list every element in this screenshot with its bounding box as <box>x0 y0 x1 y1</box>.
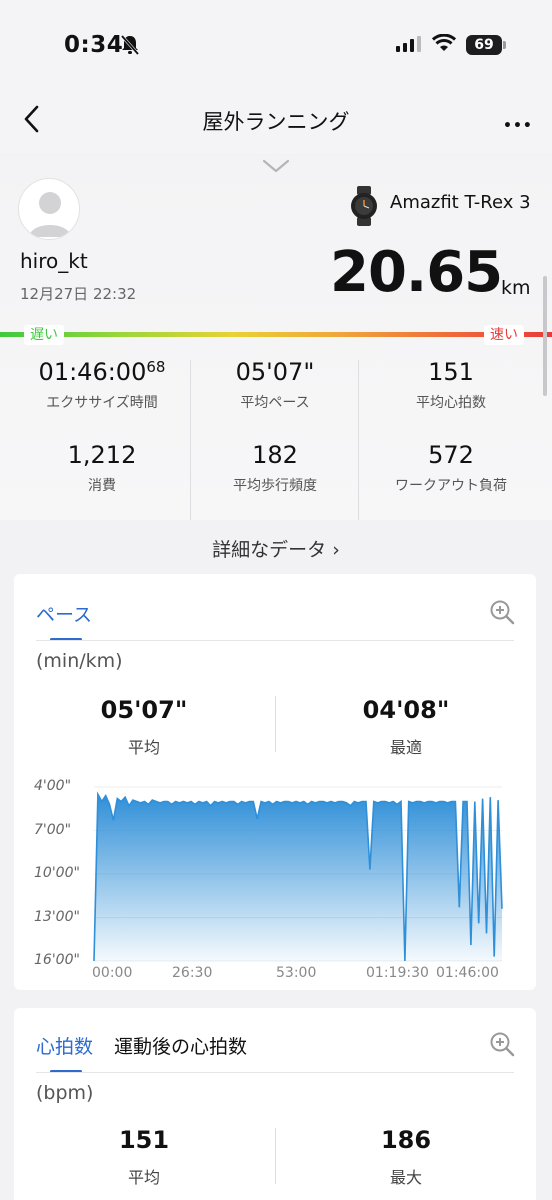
pace-chart[interactable] <box>14 574 536 990</box>
pace-card: ペース (min/km) 05'07" 平均 04'08" 最適 4'00" 7'… <box>14 574 536 990</box>
pace-area <box>94 794 502 961</box>
divider <box>275 1128 276 1184</box>
stat-label: 消費 <box>88 478 116 494</box>
username: hiro_kt <box>20 249 88 273</box>
status-bar: 0:34 69 <box>0 0 552 92</box>
detailed-data-link[interactable]: 詳細なデータ › <box>0 535 552 562</box>
heart-rate-avg-value: 151 <box>118 1126 170 1154</box>
heart-rate-max: 186 最大 <box>286 1126 526 1188</box>
stat-label: 平均心拍数 <box>416 395 486 411</box>
heart-rate-max-label: 最大 <box>389 1168 422 1187</box>
stat-label: ワークアウト負荷 <box>395 478 507 494</box>
heart-rate-unit: (bpm) <box>36 1082 94 1104</box>
user-silhouette-icon <box>29 192 71 237</box>
stat-value: 01:46:00 <box>38 358 147 386</box>
cellular-signal-icon <box>396 36 421 52</box>
stat-avg-cadence: 182 平均歩行頻度 <box>190 441 360 495</box>
heart-rate-card: 心拍数 運動後の心拍数 (bpm) 151 平均 186 最大 <box>14 1008 536 1200</box>
heart-rate-avg-label: 平均 <box>127 1168 160 1187</box>
stat-label: 平均歩行頻度 <box>233 478 317 494</box>
stat-avg-pace: 05'07" 平均ペース <box>190 358 360 412</box>
nav-bar: 屋外ランニング ••• <box>0 92 552 154</box>
stat-value: 182 <box>252 441 298 469</box>
wifi-icon <box>432 34 456 51</box>
heart-rate-max-value: 186 <box>380 1126 432 1154</box>
slow-label: 遅い <box>24 325 64 345</box>
more-menu-button[interactable]: ••• <box>503 118 533 134</box>
stat-exercise-time: 01:46:0068 エクササイズ時間 <box>17 358 187 412</box>
fast-label: 速い <box>484 325 524 345</box>
speed-gradient-bar <box>0 332 552 337</box>
stat-value: 151 <box>428 358 474 386</box>
stat-workout-load: 572 ワークアウト負荷 <box>366 441 536 495</box>
heart-rate-avg: 151 平均 <box>24 1126 264 1188</box>
avatar[interactable] <box>18 178 80 240</box>
scrollbar[interactable] <box>543 276 547 396</box>
tab-heart-rate[interactable]: 心拍数 <box>36 1032 93 1059</box>
battery-icon: 69 <box>466 35 502 55</box>
tab-divider <box>36 1072 514 1073</box>
status-time: 0:34 <box>64 32 124 58</box>
stat-value: 05'07" <box>235 358 315 386</box>
stat-value: 572 <box>428 441 474 469</box>
divider <box>358 360 359 520</box>
stat-avg-heart-rate: 151 平均心拍数 <box>366 358 536 412</box>
stat-label: 平均ペース <box>240 395 310 411</box>
distance-value: 20.65 <box>330 240 503 305</box>
battery-cap <box>503 41 506 49</box>
distance-unit: km <box>501 277 531 299</box>
stat-label: エクササイズ時間 <box>46 395 158 411</box>
workout-datetime: 12月27日 22:32 <box>20 285 137 303</box>
chevron-down-icon[interactable] <box>262 158 290 174</box>
page-title: 屋外ランニング <box>202 110 350 134</box>
bell-muted-icon <box>120 35 140 55</box>
stat-calories: 1,212 消費 <box>17 441 187 495</box>
tab-post-workout-heart-rate[interactable]: 運動後の心拍数 <box>114 1032 247 1059</box>
zoom-in-icon[interactable] <box>489 1031 515 1057</box>
device-name: Amazfit T-Rex 3 <box>390 192 531 213</box>
stat-value-centiseconds: 68 <box>146 358 166 376</box>
stat-value: 1,212 <box>67 441 137 469</box>
watch-icon <box>351 186 377 226</box>
